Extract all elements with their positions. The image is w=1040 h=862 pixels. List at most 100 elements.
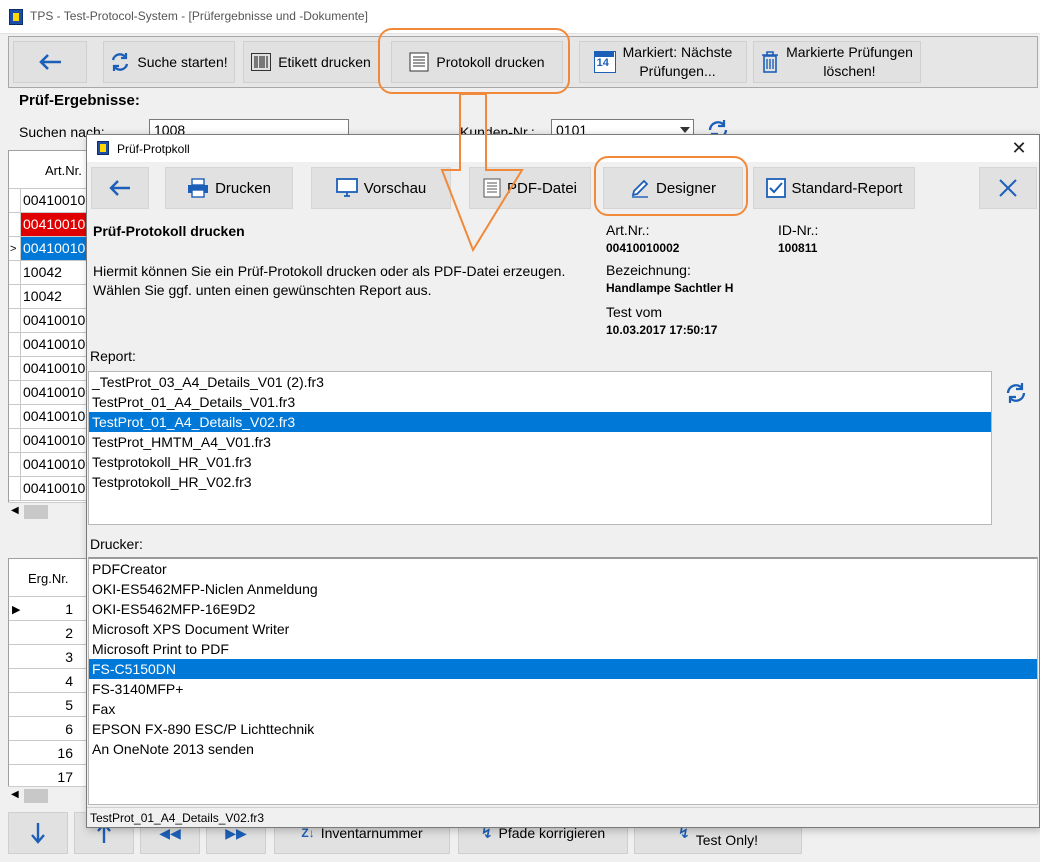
printer-item[interactable]: EPSON FX-890 ESC/P Lichttechnik <box>89 719 1037 739</box>
print-button[interactable]: Drucken <box>165 167 293 209</box>
table-row[interactable]: 16 <box>9 741 91 765</box>
printer-item[interactable]: Fax <box>89 699 1037 719</box>
main-toolbar: Suche starten! Etikett drucken Protokoll… <box>8 36 1038 88</box>
designation-label: Bezeichnung: <box>606 262 691 278</box>
printer-item[interactable]: Microsoft Print to PDF <box>89 639 1037 659</box>
table-row[interactable]: 00410010 <box>9 453 91 477</box>
table-row[interactable]: 00410010 <box>9 333 91 357</box>
scroll-left-icon[interactable]: ◀ <box>11 789 19 800</box>
report-item[interactable]: _TestProt_03_A4_Details_V01 (2).fr3 <box>89 372 991 392</box>
designer-button[interactable]: Designer <box>603 167 743 209</box>
delete-marked-line2: löschen! <box>823 63 876 79</box>
table-row[interactable]: 4 <box>9 669 91 693</box>
table-row[interactable]: 00410010 <box>9 405 91 429</box>
results-horizontal-scrollbar[interactable]: ◀ <box>8 502 92 520</box>
scroll-left-icon[interactable]: ◀ <box>11 505 19 516</box>
table-row[interactable]: 3 <box>9 645 91 669</box>
main-window-title: TPS - Test-Protocol-System - [Prüfergebn… <box>30 9 368 23</box>
printer-item[interactable]: FS-3140MFP+ <box>89 679 1037 699</box>
report-item-selected[interactable]: TestProt_01_A4_Details_V02.fr3 <box>89 412 991 432</box>
mark-next-tests-line2: Prüfungen... <box>639 63 716 79</box>
table-row[interactable]: 5 <box>9 693 91 717</box>
printer-item[interactable]: An OneNote 2013 senden <box>89 739 1037 759</box>
report-item[interactable]: TestProt_01_A4_Details_V01.fr3 <box>89 392 991 412</box>
table-row[interactable]: 00410010 <box>9 381 91 405</box>
print-label-button[interactable]: Etikett drucken <box>243 41 379 83</box>
refresh-icon <box>112 53 129 71</box>
report-item[interactable]: TestProt_HMTM_A4_V01.fr3 <box>89 432 991 452</box>
standard-report-checkbox[interactable]: Standard-Report <box>753 167 915 209</box>
column-header-erg-nr: Erg.Nr. <box>28 571 69 586</box>
report-refresh-button[interactable] <box>1002 382 1030 404</box>
table-cell: 10042 <box>20 261 91 284</box>
table-cell: 00410010 <box>20 357 91 380</box>
pdf-file-button[interactable]: PDF-Datei <box>469 167 591 209</box>
preview-label: Vorschau <box>363 179 427 197</box>
document-list-icon <box>409 52 429 72</box>
chevron-down-icon <box>680 127 690 133</box>
table-row[interactable]: 00410010 <box>9 309 91 333</box>
arrow-left-icon <box>39 54 61 70</box>
main-title-bar: TPS - Test-Protocol-System - [Prüfergebn… <box>0 0 1040 34</box>
monitor-icon <box>335 178 358 197</box>
table-row[interactable]: 6 <box>9 717 91 741</box>
calendar-day: 14 <box>596 57 609 69</box>
printer-list[interactable]: PDFCreator OKI-ES5462MFP-Niclen Anmeldun… <box>88 557 1038 805</box>
refresh-icon <box>1006 383 1026 403</box>
description-line-2: Wählen Sie ggf. unten einen gewünschten … <box>93 282 432 298</box>
print-protocol-button[interactable]: Protokoll drucken <box>391 41 563 83</box>
standard-report-label: Standard-Report <box>791 179 903 197</box>
printer-item[interactable]: OKI-ES5462MFP-Niclen Anmeldung <box>89 579 1037 599</box>
table-cell: 16 <box>57 745 73 761</box>
delete-marked-tests-button[interactable]: Markierte Prüfungen löschen! <box>753 41 921 83</box>
mark-next-tests-line1: Markiert: Nächste <box>622 44 733 60</box>
report-list[interactable]: _TestProt_03_A4_Details_V01 (2).fr3 Test… <box>88 371 992 525</box>
test-date-label: Test vom <box>606 304 663 320</box>
table-row[interactable]: 00410010 <box>9 357 91 381</box>
barcode-icon <box>251 53 272 71</box>
protocol-dialog: Prüf-Protpkoll ✕ Drucken Vorschau PDF-Da… <box>86 134 1040 828</box>
preview-button[interactable]: Vorschau <box>311 167 451 209</box>
printer-item[interactable]: OKI-ES5462MFP-16E9D2 <box>89 599 1037 619</box>
table-row[interactable]: ▶ 1 <box>9 597 91 621</box>
back-button[interactable] <box>13 41 87 83</box>
table-row[interactable]: 00410010 <box>9 189 91 213</box>
table-row[interactable]: 2 <box>9 621 91 645</box>
tps-app-icon <box>9 9 23 25</box>
results-detail-grid[interactable]: Erg.Nr. ▶ 1 2 3 4 5 6 16 17 <box>8 558 92 804</box>
start-search-button[interactable]: Suche starten! <box>103 41 235 83</box>
print-label-label: Etikett drucken <box>278 54 371 70</box>
sort-icon: Z↓ <box>301 826 315 840</box>
test-date-value: 10.03.2017 17:50:17 <box>606 323 718 337</box>
table-cell: 10042 <box>20 285 91 308</box>
report-item[interactable]: Testprotokoll_HR_V02.fr3 <box>89 472 991 492</box>
table-row[interactable]: 10042 <box>9 285 91 309</box>
report-item[interactable]: Testprotokoll_HR_V01.fr3 <box>89 452 991 472</box>
dialog-title: Prüf-Protpkoll <box>117 142 190 156</box>
table-row[interactable]: 00410010 <box>9 429 91 453</box>
printer-item[interactable]: Microsoft XPS Document Writer <box>89 619 1037 639</box>
table-row[interactable]: 00410010 <box>9 213 91 237</box>
printer-item[interactable]: PDFCreator <box>89 559 1037 579</box>
mark-next-tests-button[interactable]: 14 Markiert: Nächste Prüfungen... <box>579 41 747 83</box>
detail-horizontal-scrollbar[interactable]: ◀ <box>8 786 92 804</box>
dialog-description: Hiermit können Sie ein Prüf-Protokoll dr… <box>93 262 603 300</box>
print-protocol-label: Protokoll drucken <box>436 54 545 70</box>
delete-marked-tests-text: Markierte Prüfungen löschen! <box>786 43 913 81</box>
table-row[interactable]: 10042 <box>9 261 91 285</box>
scrollbar-thumb[interactable] <box>24 505 48 519</box>
current-row-marker-icon: > <box>10 243 17 255</box>
report-label: Report: <box>90 348 136 364</box>
dialog-back-button[interactable] <box>91 167 149 209</box>
dialog-close-button[interactable]: ✕ <box>1007 138 1031 159</box>
scrollbar-thumb[interactable] <box>24 789 48 803</box>
table-row[interactable]: >00410010 <box>9 237 91 261</box>
results-grid[interactable]: Art.Nr. 00410010 00410010 >00410010 1004… <box>8 150 92 520</box>
pdf-file-label: PDF-Datei <box>506 179 577 197</box>
table-row[interactable]: 00410010 <box>9 477 91 501</box>
checkbox-checked-icon <box>765 178 786 198</box>
move-down-button[interactable] <box>8 812 68 854</box>
printer-item-selected[interactable]: FS-C5150DN <box>89 659 1037 679</box>
table-cell: 00410010 <box>20 429 91 452</box>
dialog-cancel-button[interactable] <box>979 167 1037 209</box>
